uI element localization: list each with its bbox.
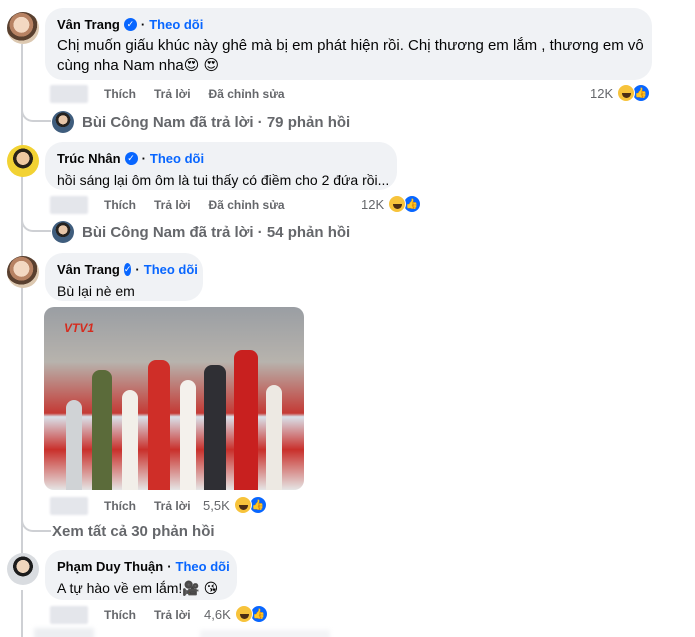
verified-badge-icon: ✓ xyxy=(123,18,137,31)
reply-action[interactable]: Trả lời xyxy=(154,608,191,622)
reaction-summary[interactable]: 12K 👍 xyxy=(590,84,651,102)
follow-button[interactable]: Theo dõi xyxy=(176,558,230,575)
thread-line-top xyxy=(21,44,23,554)
truncated-content xyxy=(34,628,94,637)
haha-reaction-icon xyxy=(388,195,407,213)
avatar[interactable] xyxy=(7,256,39,288)
timestamp-blurred xyxy=(50,85,88,103)
avatar[interactable] xyxy=(7,145,39,177)
photo-figure xyxy=(204,365,226,490)
comment-actions: Thích Trả lời Đã chỉnh sửa xyxy=(50,85,303,103)
comment-author[interactable]: Vân Trang xyxy=(57,16,120,33)
comment-text: Bù lại nè em xyxy=(57,283,135,299)
photo-figure xyxy=(92,370,112,490)
comment-text: hồi sáng lại ôm ôm là tui thấy có điềm c… xyxy=(57,172,390,188)
comment-actions: Thích Trả lời xyxy=(50,497,209,515)
comment-photo[interactable]: VTV1 xyxy=(44,307,304,490)
broadcaster-logo-text: VTV1 xyxy=(64,321,95,335)
photo-figure xyxy=(66,400,82,490)
verified-badge-icon: ✓ xyxy=(123,263,132,276)
reaction-summary[interactable]: 12K 👍 xyxy=(361,195,422,213)
comment-bubble: Trúc Nhân ✓ · Theo dõi hồi sáng lại ôm ô… xyxy=(45,142,397,190)
photo-figure xyxy=(180,380,196,490)
timestamp-blurred xyxy=(50,196,88,214)
timestamp-blurred xyxy=(50,606,88,624)
like-action[interactable]: Thích xyxy=(104,87,136,101)
comment-text: cùng nha Nam nha😍 😍 xyxy=(57,57,220,74)
truncated-content xyxy=(200,630,330,637)
haha-reaction-icon xyxy=(234,605,253,623)
follow-button[interactable]: Theo dõi xyxy=(149,16,203,33)
separator-dot: · xyxy=(167,559,172,574)
photo-figure xyxy=(234,350,258,490)
edited-label: Đã chỉnh sửa xyxy=(208,87,285,101)
reaction-summary[interactable]: 5,5K 👍 xyxy=(203,496,267,514)
timestamp-blurred xyxy=(50,497,88,515)
reaction-summary[interactable]: 4,6K 👍 xyxy=(204,605,268,623)
view-replies-link[interactable]: Bùi Công Nam đã trả lời · 54 phản hồi xyxy=(52,221,350,243)
like-action[interactable]: Thích xyxy=(104,608,136,622)
vtv1-logo: VTV1 xyxy=(64,321,94,335)
avatar[interactable] xyxy=(7,553,39,585)
comment-actions: Thích Trả lời xyxy=(50,606,209,624)
photo-figure xyxy=(266,385,282,490)
comment-bubble: Phạm Duy Thuận · Theo dõi A tự hào về em… xyxy=(45,550,237,600)
view-replies-link[interactable]: Bùi Công Nam đã trả lời · 79 phản hồi xyxy=(52,111,350,133)
thread-line-sub xyxy=(21,590,23,637)
comment-author[interactable]: Trúc Nhân xyxy=(57,150,121,167)
comment-bubble: Vân Trang ✓ · Theo dõi Bù lại nè em xyxy=(45,253,203,301)
reply-summary: Bùi Công Nam đã trả lời · 54 phản hồi xyxy=(82,223,351,241)
avatar xyxy=(52,221,74,243)
haha-reaction-icon xyxy=(617,84,636,102)
reply-action[interactable]: Trả lời xyxy=(154,499,191,513)
reaction-count: 12K xyxy=(590,85,614,101)
comment-author[interactable]: Phạm Duy Thuận xyxy=(57,558,163,575)
comment-text: Chị muốn giấu khúc này ghê mà bị em phát… xyxy=(57,37,644,54)
thread-elbow-2 xyxy=(21,208,51,232)
like-action[interactable]: Thích xyxy=(104,198,136,212)
separator-dot: · xyxy=(141,151,146,166)
reply-summary: Bùi Công Nam đã trả lời · 79 phản hồi xyxy=(82,113,351,131)
separator-dot: · xyxy=(140,17,146,32)
edited-label: Đã chỉnh sửa xyxy=(208,198,285,212)
reply-action[interactable]: Trả lời xyxy=(154,198,191,212)
comment-author[interactable]: Vân Trang xyxy=(57,261,120,278)
follow-button[interactable]: Theo dõi xyxy=(150,150,204,167)
thread-elbow-1 xyxy=(21,98,51,122)
photo-figure xyxy=(148,360,170,490)
avatar[interactable] xyxy=(7,12,39,44)
reaction-count: 5,5K xyxy=(203,497,230,513)
reaction-count: 12K xyxy=(361,196,385,212)
haha-reaction-icon xyxy=(233,496,252,514)
follow-button[interactable]: Theo dõi xyxy=(144,261,198,278)
like-action[interactable]: Thích xyxy=(104,499,136,513)
reply-action[interactable]: Trả lời xyxy=(154,87,191,101)
comment-actions: Thích Trả lời Đã chỉnh sửa xyxy=(50,196,303,214)
comment-text: A tự hào về em lắm!🎥 😘 xyxy=(57,580,219,596)
comment-bubble: Vân Trang ✓ · Theo dõi Chị muốn giấu khú… xyxy=(45,8,652,80)
verified-badge-icon: ✓ xyxy=(124,152,138,165)
thread-elbow-3 xyxy=(21,500,51,532)
see-all-replies-link[interactable]: Xem tất cả 30 phản hồi xyxy=(52,523,215,540)
photo-figure xyxy=(122,390,138,490)
reaction-count: 4,6K xyxy=(204,606,231,622)
avatar xyxy=(52,111,74,133)
separator-dot: · xyxy=(135,262,140,277)
